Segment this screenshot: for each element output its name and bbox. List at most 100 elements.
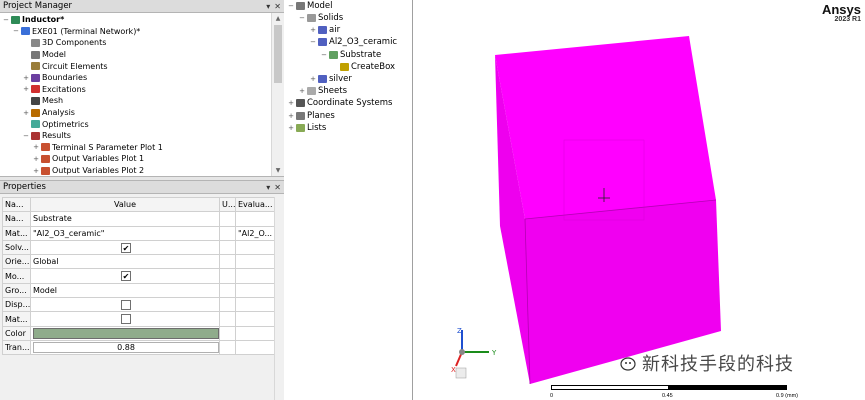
tree-item[interactable]: + Boundaries: [22, 72, 87, 84]
scroll-up-icon[interactable]: ▲: [272, 13, 284, 24]
scrollbar-thumb[interactable]: [274, 25, 282, 83]
property-value[interactable]: Model: [30, 282, 220, 299]
property-value[interactable]: [30, 311, 220, 327]
property-checkbox[interactable]: [121, 314, 131, 325]
tree-item[interactable]: − Inductor*: [2, 14, 64, 26]
color-swatch[interactable]: [33, 327, 219, 339]
property-row[interactable]: Mat...: [2, 311, 275, 327]
property-row[interactable]: Tran... 0.88: [2, 339, 275, 356]
property-value[interactable]: ✔: [30, 239, 220, 256]
tree-item[interactable]: + Planes: [287, 110, 335, 122]
collapse-icon[interactable]: −: [2, 16, 10, 24]
expand-icon[interactable]: +: [287, 124, 295, 132]
collapse-icon[interactable]: −: [287, 2, 295, 10]
tree-item[interactable]: + Terminal S Parameter Plot 1: [32, 142, 163, 154]
expand-icon[interactable]: +: [309, 75, 317, 83]
coordinate-systems-icon: [296, 99, 305, 108]
close-icon[interactable]: ✕: [274, 183, 281, 192]
property-row[interactable]: Disp...: [2, 297, 275, 313]
3d-viewport[interactable]: Ansys 2023 R1 Y Z X 新科技手段的科技 0 0.45 0.9 …: [414, 0, 865, 400]
property-row[interactable]: Solv... ✔: [2, 239, 275, 256]
column-header-value[interactable]: Value: [30, 196, 220, 213]
property-row[interactable]: Color: [2, 325, 275, 341]
column-header-name[interactable]: Na...: [2, 196, 31, 213]
object-icon: [329, 50, 338, 59]
column-header-evaluated[interactable]: Evalua...: [235, 196, 275, 213]
property-value[interactable]: "Al2_O3_ceramic": [30, 225, 220, 241]
property-value[interactable]: Global: [30, 254, 220, 270]
property-checkbox[interactable]: [121, 299, 131, 310]
expand-icon[interactable]: +: [22, 109, 30, 117]
tree-item[interactable]: − Model: [287, 0, 332, 12]
pin-icon[interactable]: ▾: [266, 183, 270, 192]
expand-icon[interactable]: +: [32, 155, 40, 163]
property-checkbox[interactable]: ✔: [121, 242, 131, 253]
close-icon[interactable]: ✕: [274, 2, 281, 11]
axis-triad[interactable]: Y Z X: [451, 327, 497, 379]
project-tree-scrollbar[interactable]: ▲ ▼: [271, 13, 284, 176]
tree-item[interactable]: − Solids: [298, 12, 343, 24]
tree-item[interactable]: Model: [22, 49, 66, 61]
tree-item[interactable]: − Al2_O3_ceramic: [309, 37, 397, 49]
tree-item[interactable]: − Results: [22, 130, 71, 142]
property-row[interactable]: Mo... ✔: [2, 268, 275, 284]
scroll-down-icon[interactable]: ▼: [272, 165, 284, 176]
expand-icon[interactable]: +: [32, 143, 40, 151]
collapse-icon[interactable]: −: [298, 14, 306, 22]
expand-icon[interactable]: +: [22, 85, 30, 93]
tree-item[interactable]: Mesh: [22, 95, 63, 107]
tree-item[interactable]: CreateBox: [331, 61, 395, 73]
tree-item[interactable]: + Coordinate Systems: [287, 98, 392, 110]
property-value-text[interactable]: Global: [33, 257, 59, 266]
expand-icon[interactable]: +: [298, 87, 306, 95]
tree-item[interactable]: + Excitations: [22, 84, 86, 96]
expand-icon[interactable]: +: [32, 167, 40, 175]
collapse-icon[interactable]: −: [320, 51, 328, 59]
property-value[interactable]: ✔: [30, 268, 220, 284]
tree-item[interactable]: + Output Variables Plot 2: [32, 165, 144, 176]
tree-item-label: Terminal S Parameter Plot 1: [52, 142, 163, 152]
property-row[interactable]: Mat... "Al2_O3_ceramic" "Al2_O...: [2, 225, 275, 241]
property-name: Mat...: [2, 225, 31, 241]
expand-icon[interactable]: +: [22, 74, 30, 82]
property-value[interactable]: Substrate: [30, 211, 220, 227]
property-value-text[interactable]: Substrate: [33, 214, 72, 223]
property-evaluated: [235, 311, 275, 327]
tree-item[interactable]: 3D Components: [22, 37, 106, 49]
transparency-field[interactable]: 0.88: [33, 342, 219, 354]
tree-item[interactable]: − Substrate: [320, 49, 381, 61]
scale-label-end: 0.9 (mm): [776, 393, 798, 399]
pin-icon[interactable]: ▾: [266, 2, 270, 11]
expand-icon[interactable]: +: [309, 26, 317, 34]
property-value-text[interactable]: "Al2_O3_ceramic": [33, 229, 104, 238]
property-value[interactable]: [30, 325, 220, 341]
tree-item[interactable]: + Analysis: [22, 107, 75, 119]
substrate-box[interactable]: [495, 36, 721, 385]
material-icon: [318, 74, 327, 83]
tree-item[interactable]: + Sheets: [298, 85, 347, 97]
property-row[interactable]: Orie... Global: [2, 254, 275, 270]
tree-item[interactable]: + air: [309, 24, 340, 36]
tree-item[interactable]: Circuit Elements: [22, 60, 108, 72]
property-row[interactable]: Gro... Model: [2, 282, 275, 299]
property-name: Mo...: [2, 268, 31, 284]
tree-item[interactable]: − EXE01 (Terminal Network)*: [12, 26, 140, 38]
tree-item[interactable]: + silver: [309, 73, 352, 85]
property-value-text[interactable]: Model: [33, 286, 57, 295]
expand-icon[interactable]: +: [287, 99, 295, 107]
property-value[interactable]: 0.88: [30, 339, 220, 356]
collapse-icon[interactable]: −: [22, 132, 30, 140]
tree-item[interactable]: + Lists: [287, 122, 326, 134]
property-value[interactable]: [30, 297, 220, 313]
properties-scrollbar[interactable]: [274, 197, 284, 400]
tree-item[interactable]: Optimetrics: [22, 118, 89, 130]
tree-item[interactable]: + Output Variables Plot 1: [32, 153, 144, 165]
property-evaluated: [235, 239, 275, 256]
expand-icon[interactable]: +: [287, 112, 295, 120]
property-row[interactable]: Na... Substrate: [2, 211, 275, 227]
property-checkbox[interactable]: ✔: [121, 271, 131, 282]
collapse-icon[interactable]: −: [309, 38, 317, 46]
collapse-icon[interactable]: −: [12, 27, 20, 35]
column-header-unit[interactable]: U...: [219, 196, 236, 213]
tree-item-label: Circuit Elements: [42, 61, 108, 71]
